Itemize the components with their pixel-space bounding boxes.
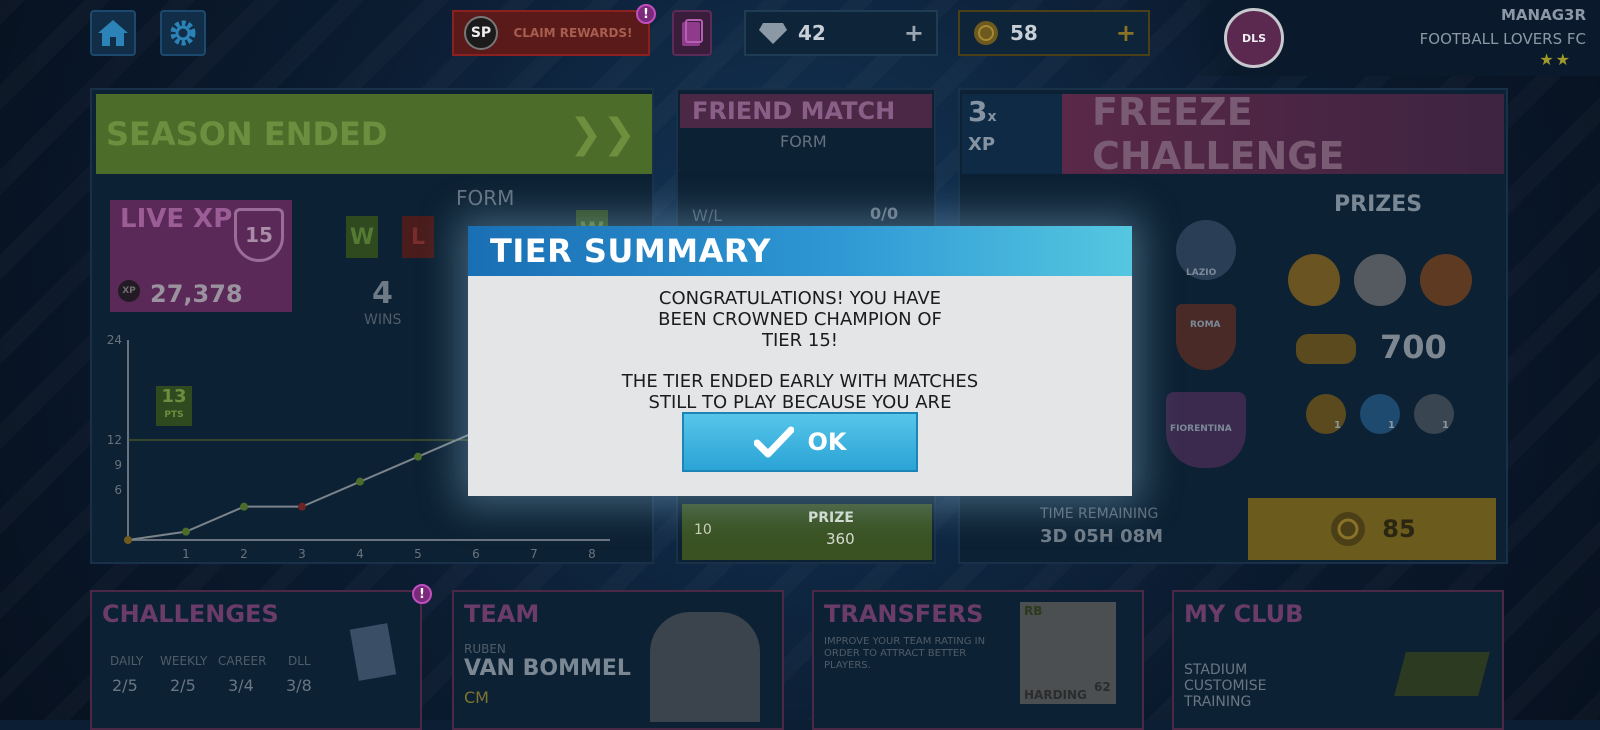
tier-summary-dialog: TIER SUMMARY CONGRATULATIONS! YOU HAVE B…: [468, 226, 1132, 496]
dialog-header: TIER SUMMARY: [468, 226, 1132, 276]
dialog-title: TIER SUMMARY: [490, 232, 771, 270]
ok-label: OK: [807, 428, 847, 456]
dialog-message-1: CONGRATULATIONS! YOU HAVE BEEN CROWNED C…: [658, 288, 942, 351]
ok-button[interactable]: OK: [682, 412, 918, 472]
checkmark-icon: [753, 426, 794, 458]
